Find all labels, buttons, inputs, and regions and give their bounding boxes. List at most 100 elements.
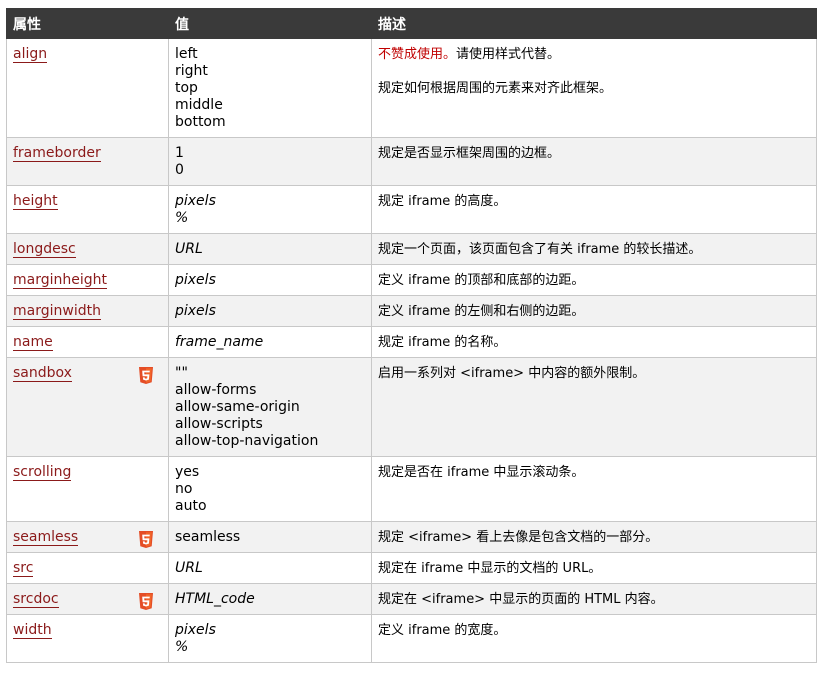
table-row: marginheight pixels 定义 iframe 的顶部和底部的边距。 [6, 264, 817, 296]
header-description: 描述 [371, 8, 817, 39]
description-cell: 启用一系列对 <iframe> 中内容的额外限制。 [371, 357, 817, 457]
value-item: pixels [175, 193, 216, 209]
value-cell: yes no auto [168, 456, 372, 522]
description-text: 定义 iframe 的宽度。 [378, 623, 507, 638]
description-text: 规定在 <iframe> 中显示的页面的 HTML 内容。 [378, 592, 664, 607]
value-cell: URL [168, 552, 372, 584]
value-item: frame_name [175, 334, 264, 350]
value-item: % [175, 639, 189, 655]
value-cell: URL [168, 233, 372, 265]
attribute-link-longdesc[interactable]: longdesc [13, 241, 76, 258]
html5-icon [139, 367, 153, 384]
attribute-cell: seamless [6, 521, 169, 553]
value-item: pixels [175, 622, 216, 638]
table-row: scrolling yes no auto 规定是否在 iframe 中显示滚动条。 [6, 456, 817, 522]
value-cell: 10 [168, 137, 372, 186]
attribute-link-width[interactable]: width [13, 622, 52, 639]
attribute-link-name[interactable]: name [13, 334, 53, 351]
value-item: 1 [175, 145, 184, 161]
attribute-cell: sandbox [6, 357, 169, 457]
description-text: 规定如何根据周围的元素来对齐此框架。 [378, 81, 613, 96]
attribute-link-height[interactable]: height [13, 193, 58, 210]
description-text: 规定是否显示框架周围的边框。 [378, 146, 561, 161]
description-cell: 定义 iframe 的左侧和右侧的边距。 [371, 295, 817, 327]
description-cell: 定义 iframe 的宽度。 [371, 614, 817, 663]
attribute-link-sandbox[interactable]: sandbox [13, 365, 72, 382]
attribute-cell: height [6, 185, 169, 234]
attributes-table: 属性 值 描述 align left right top middle bottom 不赞成… [6, 8, 817, 663]
description-cell: 规定是否显示框架周围的边框。 [371, 137, 817, 186]
attribute-cell: srcdoc [6, 583, 169, 615]
table-row: srcdoc HTML_code 规定在 <iframe> 中显示的页面的 HTML… [6, 583, 817, 615]
description-text: 规定 iframe 的高度。 [378, 194, 507, 209]
table-row: align left right top middle bottom 不赞成使用。请使用样式… [6, 38, 817, 138]
attribute-link-scrolling[interactable]: scrolling [13, 464, 72, 481]
value-item: allow-top-navigation [175, 433, 319, 449]
table-row: frameborder 1 0 规定是否显示框架周围的边框。 [6, 137, 817, 186]
header-value: 值 [168, 8, 372, 39]
deprecation-note: 不赞成使用。请使用样式代替。 [378, 46, 810, 63]
value-item: bottom [175, 114, 226, 130]
attribute-cell: width [6, 614, 169, 663]
value-cell: HTML_code [168, 583, 372, 615]
table-header-row: 属性 值 描述 [6, 8, 817, 39]
description-text: 定义 iframe 的顶部和底部的边距。 [378, 273, 585, 288]
value-cell: frame_name [168, 326, 372, 358]
header-attribute: 属性 [6, 8, 169, 39]
deprecated-warning: 不赞成使用。 [378, 47, 457, 62]
description-cell: 不赞成使用。请使用样式代替。 规定如何根据周围的元素来对齐此框架。 [371, 38, 817, 138]
value-item: HTML_code [175, 591, 255, 607]
attribute-link-align[interactable]: align [13, 46, 48, 63]
attribute-link-marginwidth[interactable]: marginwidth [13, 303, 101, 320]
description-cell: 规定一个页面，该页面包含了有关 iframe 的较长描述。 [371, 233, 817, 265]
value-item: % [175, 210, 189, 226]
value-item: auto [175, 498, 207, 514]
html5-icon [139, 593, 153, 610]
attribute-cell: marginwidth [6, 295, 169, 327]
value-cell: pixels [168, 295, 372, 327]
value-item: allow-scripts [175, 416, 263, 432]
description-cell: 规定在 iframe 中显示的文档的 URL。 [371, 552, 817, 584]
value-item: left [175, 46, 198, 62]
value-cell: left right top middle bottom [168, 38, 372, 138]
value-item: right [175, 63, 208, 79]
description-cell: 规定在 <iframe> 中显示的页面的 HTML 内容。 [371, 583, 817, 615]
attribute-cell: scrolling [6, 456, 169, 522]
table-row: src URL 规定在 iframe 中显示的文档的 URL。 [6, 552, 817, 584]
attribute-link-srcdoc[interactable]: srcdoc [13, 591, 59, 608]
value-item: URL [175, 241, 203, 257]
value-item: no [175, 481, 193, 497]
description-text: 规定 <iframe> 看上去像是包含文档的一部分。 [378, 530, 659, 545]
description-cell: 定义 iframe 的顶部和底部的边距。 [371, 264, 817, 296]
attribute-cell: longdesc [6, 233, 169, 265]
description-cell: 规定 <iframe> 看上去像是包含文档的一部分。 [371, 521, 817, 553]
value-cell: pixels% [168, 185, 372, 234]
attribute-link-src[interactable]: src [13, 560, 34, 577]
description-cell: 规定 iframe 的高度。 [371, 185, 817, 234]
table-row: seamless seamless 规定 <iframe> 看上去像是包含文档的一部… [6, 521, 817, 553]
table-row: marginwidth pixels 定义 iframe 的左侧和右侧的边距。 [6, 295, 817, 327]
value-item: allow-forms [175, 382, 257, 398]
description-text: 规定是否在 iframe 中显示滚动条。 [378, 465, 585, 480]
value-item: yes [175, 464, 200, 480]
value-item: seamless [175, 529, 241, 545]
description-text: 启用一系列对 <iframe> 中内容的额外限制。 [378, 366, 646, 381]
value-item: 0 [175, 162, 184, 178]
deprecated-hint: 请使用样式代替。 [456, 47, 561, 62]
attribute-link-seamless[interactable]: seamless [13, 529, 79, 546]
attribute-link-frameborder[interactable]: frameborder [13, 145, 101, 162]
table-row: name frame_name 规定 iframe 的名称。 [6, 326, 817, 358]
value-item: pixels [175, 303, 216, 319]
value-item: URL [175, 560, 203, 576]
attribute-link-marginheight[interactable]: marginheight [13, 272, 108, 289]
description-spacer [378, 63, 810, 80]
attribute-cell: name [6, 326, 169, 358]
attribute-cell: frameborder [6, 137, 169, 186]
description-text: 规定 iframe 的名称。 [378, 335, 507, 350]
description-cell: 规定 iframe 的名称。 [371, 326, 817, 358]
description-text: 规定一个页面，该页面包含了有关 iframe 的较长描述。 [378, 242, 702, 257]
value-item: top [175, 80, 198, 96]
table-row: sandbox "" allow-forms allow-same-origin all… [6, 357, 817, 457]
value-cell: seamless [168, 521, 372, 553]
attribute-cell: align [6, 38, 169, 138]
